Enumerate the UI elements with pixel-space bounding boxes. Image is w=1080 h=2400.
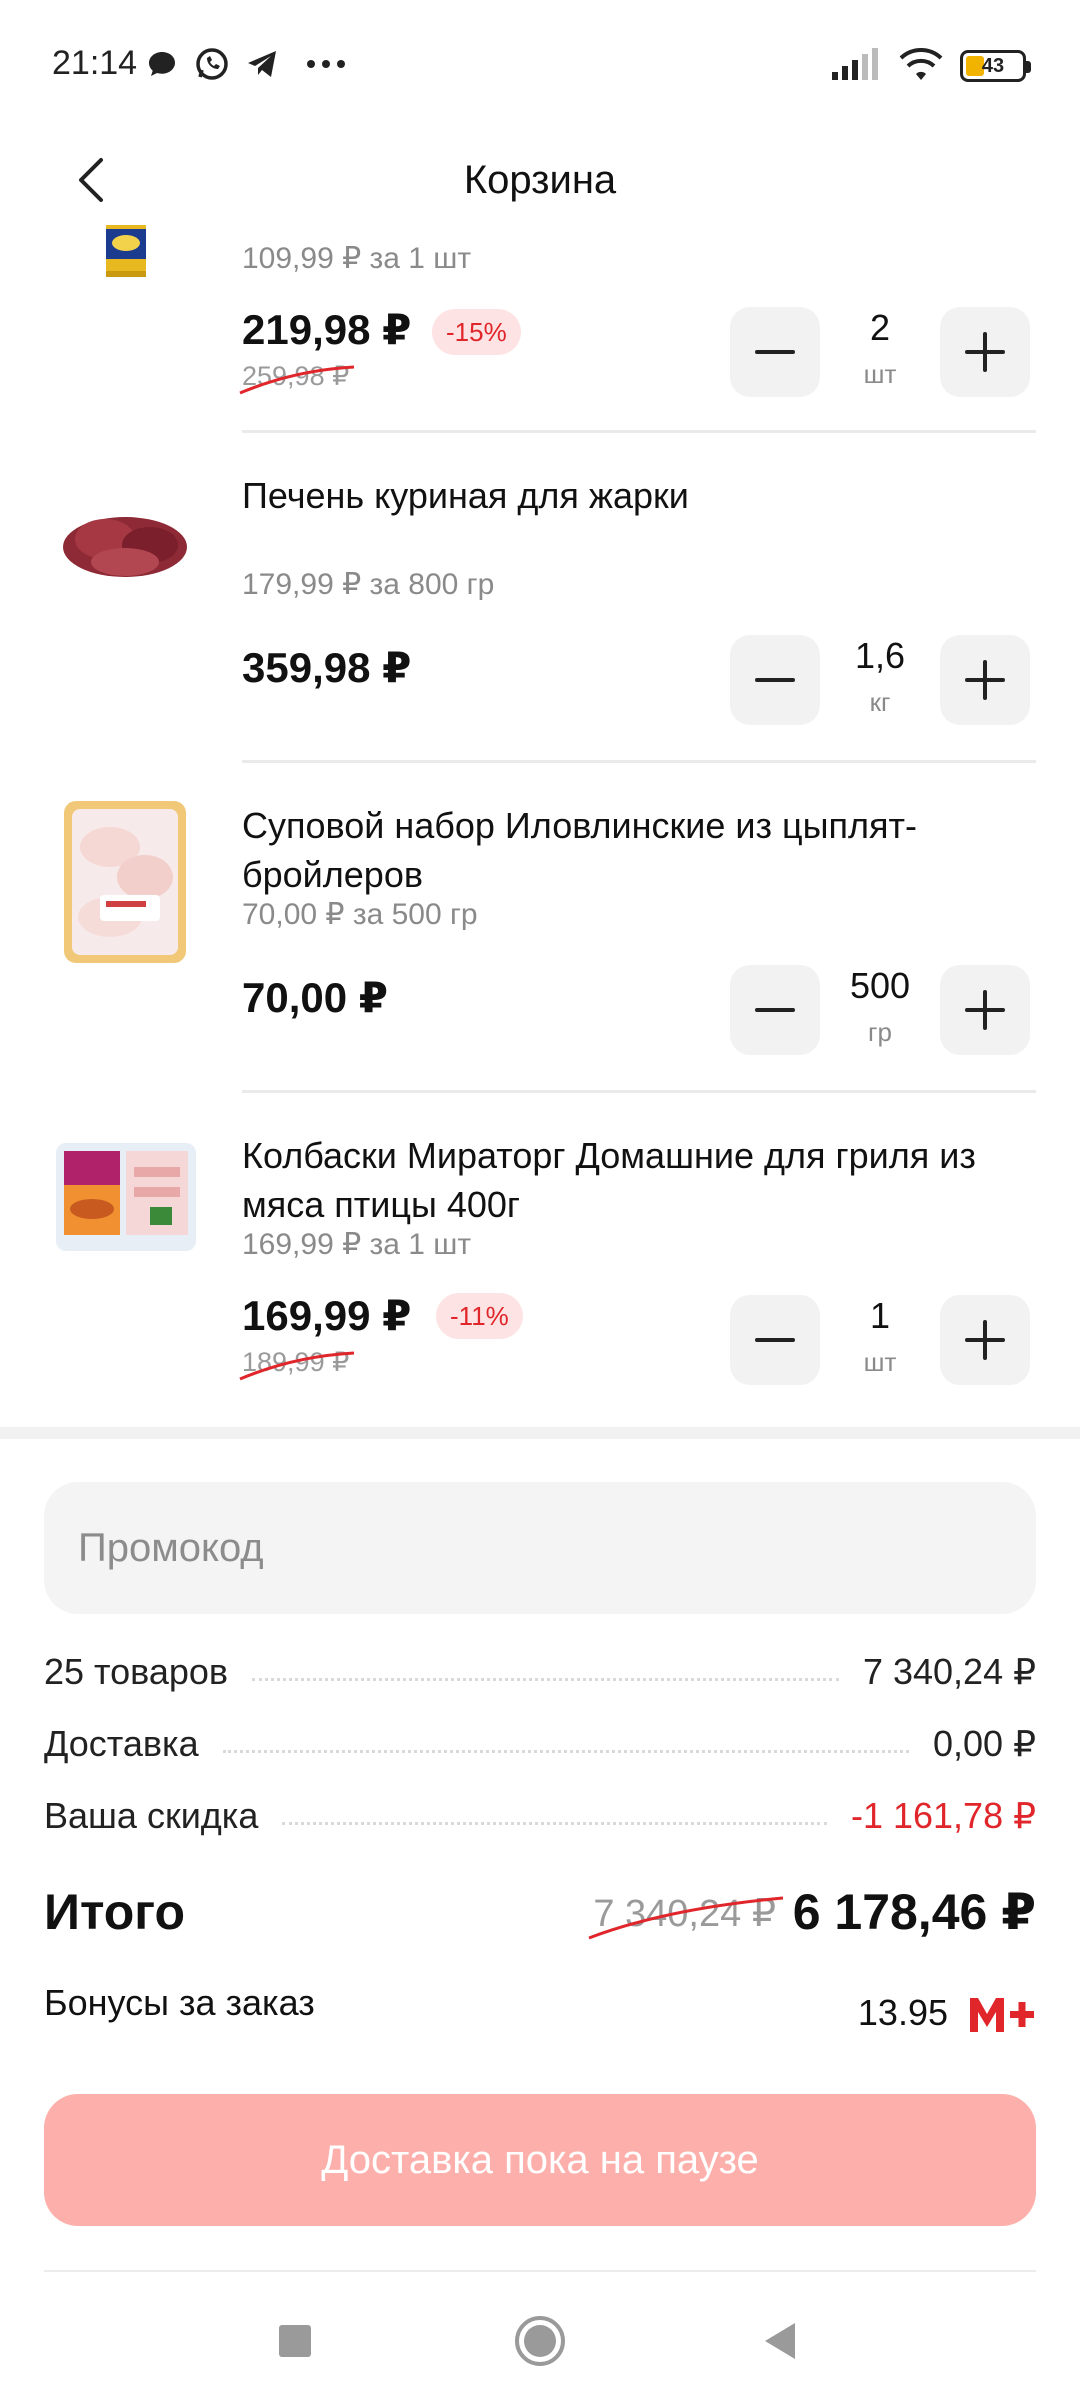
header: Корзина [0,130,1080,230]
battery-level: 43 [981,54,1005,77]
plus-icon [965,1320,1005,1360]
message-icon [146,44,178,84]
dotted-leader [252,1677,839,1681]
quantity-value: 1 [869,1295,891,1336]
system-back-button[interactable] [735,2296,825,2386]
decrease-button[interactable] [730,307,820,397]
quantity-stepper: 500 гр [730,965,1030,1055]
bonus-row: Бонусы за заказ 13.95 [44,1978,1036,2038]
decrease-button[interactable] [730,1295,820,1385]
product-title[interactable]: Суповой набор Иловлинские из цыплят-брой… [242,801,1042,899]
dotted-leader [282,1821,827,1825]
quantity-stepper: 1 шт [730,1295,1030,1385]
page-title: Корзина [463,158,617,202]
item-price: 70,00 ₽ [242,974,388,1021]
checkout-button[interactable]: Доставка пока на паузе [44,2094,1036,2226]
summary-items-row: 25 товаров 7 340,24 ₽ [44,1646,1036,1698]
product-title[interactable]: Колбаски Мираторг Домашние для гриля из … [242,1131,1042,1229]
promo-code-input[interactable] [44,1482,1036,1614]
bonus-value: 13.95 [857,1992,948,2033]
m-plus-logo-icon [970,1998,1034,2032]
quantity-stepper: 2 шт [730,307,1030,397]
minus-icon [755,1008,795,1012]
item-price: 359,98 ₽ [242,644,412,691]
battery-icon: 43 [960,50,1031,82]
divider [242,760,1036,763]
total-row: Итого 7 340,24 ₽ 6 178,46 ₽ [44,1880,1036,1944]
wifi-icon [898,46,944,87]
items-total-value: 7 340,24 ₽ [862,1651,1036,1692]
item-price: 169,99 ₽ [242,1292,412,1339]
home-icon [515,2316,565,2366]
minus-icon [755,350,795,354]
cart-list: 109,99 ₽ за 1 шт 219,98 ₽ -15% 259,98 ₽ … [0,225,1080,1425]
quantity-unit: шт [863,1347,897,1377]
product-image-liver[interactable] [50,467,200,617]
divider [242,1090,1036,1093]
recent-apps-button[interactable] [250,2296,340,2386]
home-button[interactable] [495,2296,585,2386]
quantity-value: 500 [849,965,911,1006]
discount-label: Ваша скидка [44,1795,259,1836]
old-price: 259,98 ₽ [239,361,355,395]
quantity-unit: гр [868,1017,892,1047]
quantity-unit: кг [869,687,891,717]
signal-icon [832,47,882,85]
decrease-button[interactable] [730,965,820,1055]
quantity-value: 1,6 [854,635,906,676]
plus-icon [965,660,1005,700]
system-nav-bar [0,2272,1080,2400]
status-bar: 21:14 43 [0,0,1080,130]
item-price: 219,98 ₽ [242,306,412,353]
unit-price: 109,99 ₽ за 1 шт [242,242,472,275]
decrease-button[interactable] [730,635,820,725]
old-price: 189,99 ₽ [239,1347,355,1381]
summary-delivery-row: Доставка 0,00 ₽ [44,1718,1036,1770]
dotted-leader [222,1749,910,1753]
discount-value: -1 161,78 ₽ [850,1795,1036,1836]
increase-button[interactable] [940,307,1030,397]
delivery-value: 0,00 ₽ [933,1723,1036,1764]
delivery-label: Доставка [44,1723,199,1764]
plus-icon [965,990,1005,1030]
discount-badge: -15% [432,309,521,355]
summary-discount-row: Ваша скидка -1 161,78 ₽ [44,1790,1036,1842]
back-icon [765,2323,795,2359]
plus-icon [965,332,1005,372]
product-image-oil[interactable] [50,225,200,365]
total-label: Итого [44,1884,186,1940]
recent-apps-icon [279,2325,311,2357]
section-separator [0,1427,1080,1439]
items-count-label: 25 товаров [44,1651,229,1692]
more-dots-icon [306,44,346,84]
quantity-unit: шт [863,359,897,389]
increase-button[interactable] [940,965,1030,1055]
telegram-icon [244,44,280,84]
minus-icon [755,678,795,682]
unit-price: 169,99 ₽ за 1 шт [242,1228,472,1261]
divider [242,430,1036,433]
discount-badge: -11% [436,1293,523,1339]
whatsapp-icon [194,44,230,84]
unit-price: 179,99 ₽ за 800 гр [242,568,495,601]
quantity-stepper: 1,6 кг [730,635,1030,725]
bonus-label: Бонусы за заказ [44,1982,315,2023]
increase-button[interactable] [940,635,1030,725]
quantity-value: 2 [869,307,891,348]
increase-button[interactable] [940,1295,1030,1385]
total-new-price: 6 178,46 ₽ [792,1884,1036,1940]
product-title[interactable]: Печень куриная для жарки [242,471,1042,520]
product-image-sausages[interactable] [50,1137,200,1287]
status-time: 21:14 [52,44,138,82]
total-old-price: 7 340,24 ₽ [588,1890,784,1940]
minus-icon [755,1338,795,1342]
product-image-soup-set[interactable] [50,797,200,963]
unit-price: 70,00 ₽ за 500 гр [242,898,478,931]
